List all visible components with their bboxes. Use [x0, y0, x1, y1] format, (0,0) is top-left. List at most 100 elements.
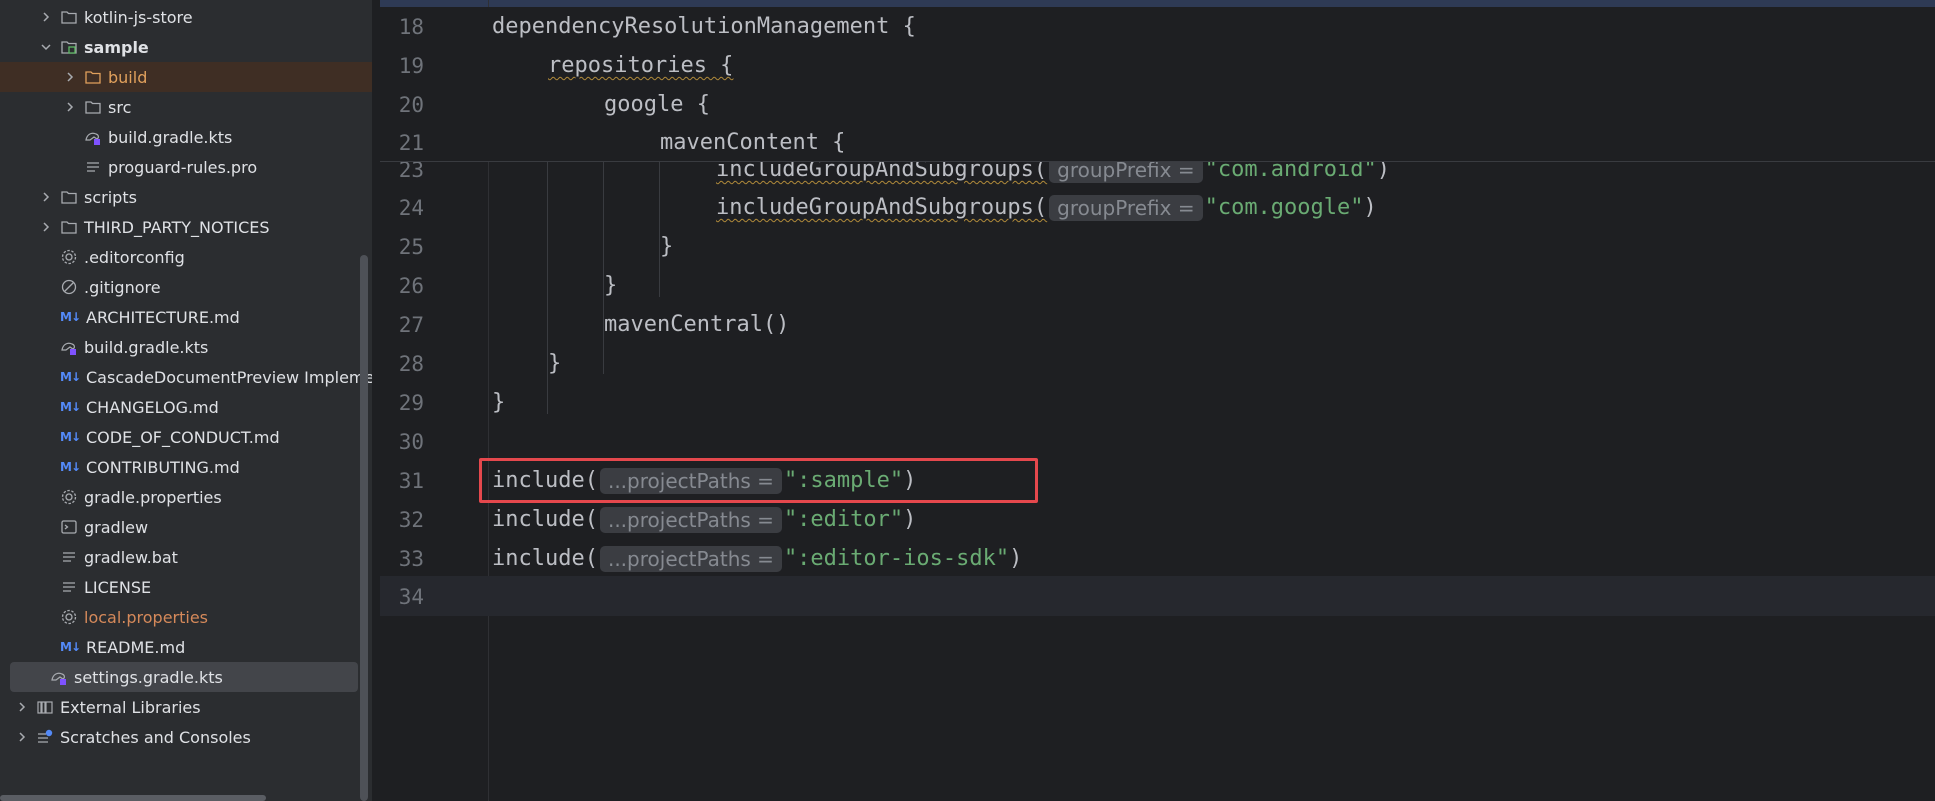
code-line-28[interactable]: 28 }: [380, 344, 1935, 383]
tree-item-label: Scratches and Consoles: [60, 727, 251, 747]
tree-item-label: CODE_OF_CONDUCT.md: [86, 427, 280, 447]
tree-item-label: build.gradle.kts: [84, 337, 209, 357]
parameter-hint: groupPrefix =: [1049, 194, 1203, 221]
code-text: mavenContent {: [660, 130, 846, 155]
line-number: 19: [398, 53, 424, 78]
tree-item-label: LICENSE: [84, 577, 152, 597]
code-text: }: [492, 390, 506, 415]
tree-item-local-properties[interactable]: local.properties: [10, 602, 358, 632]
tree-item-label: CHANGELOG.md: [86, 397, 219, 417]
library-icon: [36, 698, 54, 716]
tree-item-gradle-properties[interactable]: gradle.properties: [10, 482, 358, 512]
tree-item-contributing-md[interactable]: M↓ CONTRIBUTING.md: [10, 452, 358, 482]
tree-item-root-build-gradle-kts[interactable]: build.gradle.kts: [10, 332, 358, 362]
code-paren: ): [1009, 546, 1023, 571]
sticky-line-21[interactable]: 21 mavenContent {: [380, 123, 1935, 162]
code-line-34[interactable]: 34: [380, 577, 1935, 616]
tree-vertical-scrollbar[interactable]: [360, 255, 368, 801]
tree-item-gradlew-bat[interactable]: gradlew.bat: [10, 542, 358, 572]
sticky-line-18[interactable]: 18 dependencyResolutionManagement {: [380, 7, 1935, 46]
chevron-right-icon[interactable]: [38, 9, 54, 25]
tree-item-label: settings.gradle.kts: [74, 667, 223, 687]
code-editor[interactable]: 23 includeGroupAndSubgroups( groupPrefix…: [380, 0, 1935, 801]
tree-item-label: gradlew.bat: [84, 547, 178, 567]
project-tree-panel: kotlin-js-store sample build src build.g…: [0, 0, 372, 801]
tree-horizontal-scrollbar[interactable]: [0, 795, 266, 801]
tree-item-scripts[interactable]: scripts: [10, 182, 358, 212]
tree-item-proguard-rules[interactable]: proguard-rules.pro: [10, 152, 358, 182]
tree-item-code-of-conduct-md[interactable]: M↓ CODE_OF_CONDUCT.md: [10, 422, 358, 452]
tree-item-gitignore[interactable]: .gitignore: [10, 272, 358, 302]
line-number: 34: [398, 584, 424, 609]
folder-icon: [60, 218, 78, 236]
tree-item-readme-md[interactable]: M↓ README.md: [10, 632, 358, 662]
tree-item-label: sample: [84, 37, 149, 57]
gradle-kts-icon: [84, 128, 102, 146]
sticky-line-20[interactable]: 20 google {: [380, 85, 1935, 124]
code-text: google {: [604, 92, 710, 117]
tree-item-src[interactable]: src: [10, 92, 358, 122]
code-text: }: [548, 351, 562, 376]
tree-item-editorconfig[interactable]: .editorconfig: [10, 242, 358, 272]
tree-item-label: build.gradle.kts: [108, 127, 233, 147]
line-number: 21: [398, 130, 424, 155]
tree-item-label: src: [108, 97, 132, 117]
chevron-right-icon[interactable]: [62, 69, 78, 85]
string-literal: "com.google": [1204, 195, 1364, 220]
chevron-right-icon[interactable]: [38, 219, 54, 235]
line-number: 27: [398, 312, 424, 337]
sticky-line-19[interactable]: 19 repositories {: [380, 46, 1935, 85]
tree-item-label: kotlin-js-store: [84, 7, 193, 27]
text-file-icon: [60, 548, 78, 566]
code-line-29[interactable]: 29 }: [380, 383, 1935, 422]
tree-item-label: .gitignore: [84, 277, 161, 297]
tree-item-scratches-and-consoles[interactable]: Scratches and Consoles: [10, 722, 358, 752]
tree-item-build[interactable]: build: [0, 62, 372, 92]
line-number: 20: [398, 92, 424, 117]
chevron-down-icon[interactable]: [38, 39, 54, 55]
tree-item-kotlin-js-store[interactable]: kotlin-js-store: [10, 2, 358, 32]
sticky-scope-header[interactable]: 18 dependencyResolutionManagement { 19 r…: [380, 7, 1935, 162]
code-line-27[interactable]: 27 mavenCentral(): [380, 305, 1935, 344]
highlight-annotation-box: [479, 458, 1038, 503]
chevron-right-icon[interactable]: [38, 189, 54, 205]
tree-item-external-libraries[interactable]: External Libraries: [10, 692, 358, 722]
gradle-kts-icon: [50, 668, 68, 686]
markdown-icon: M↓: [60, 460, 81, 474]
tree-item-cascade-document-preview[interactable]: M↓ CascadeDocumentPreview Implementat: [10, 362, 372, 392]
code-line-30[interactable]: 30: [380, 422, 1935, 461]
code-line-24[interactable]: 24 includeGroupAndSubgroups( groupPrefix…: [380, 188, 1935, 227]
gear-icon: [60, 608, 78, 626]
code-paren: ): [903, 507, 917, 532]
tree-item-gradlew[interactable]: gradlew: [10, 512, 358, 542]
chevron-right-icon[interactable]: [62, 99, 78, 115]
tree-item-settings-gradle-kts[interactable]: settings.gradle.kts: [10, 662, 358, 692]
tree-item-third-party-notices[interactable]: THIRD_PARTY_NOTICES: [10, 212, 358, 242]
markdown-icon: M↓: [60, 370, 81, 384]
tree-item-label: build: [108, 67, 148, 87]
code-call: include(: [492, 507, 598, 532]
line-number: 18: [398, 14, 424, 39]
code-text: }: [660, 234, 674, 259]
text-file-icon: [60, 578, 78, 596]
line-number: 25: [398, 234, 424, 259]
code-text: dependencyResolutionManagement {: [492, 14, 916, 39]
folder-icon: [84, 98, 102, 116]
tree-item-changelog-md[interactable]: M↓ CHANGELOG.md: [10, 392, 358, 422]
tree-item-label: CascadeDocumentPreview Implementat: [86, 367, 372, 387]
chevron-right-icon[interactable]: [14, 699, 30, 715]
code-line-26[interactable]: 26 }: [380, 266, 1935, 305]
code-line-33[interactable]: 33 include( ...projectPaths = ":editor-i…: [380, 539, 1935, 578]
code-paren: ): [1363, 195, 1377, 220]
chevron-right-icon[interactable]: [14, 729, 30, 745]
line-number: 26: [398, 273, 424, 298]
code-line-25[interactable]: 25 }: [380, 227, 1935, 266]
folder-orange-icon: [84, 68, 102, 86]
tree-item-license[interactable]: LICENSE: [10, 572, 358, 602]
tree-item-label: local.properties: [84, 607, 209, 627]
tree-item-label: External Libraries: [60, 697, 201, 717]
tree-item-sample[interactable]: sample: [10, 32, 358, 62]
code-line-32[interactable]: 32 include( ...projectPaths = ":editor" …: [380, 500, 1935, 539]
tree-item-architecture-md[interactable]: M↓ ARCHITECTURE.md: [10, 302, 358, 332]
tree-item-sample-build-gradle-kts[interactable]: build.gradle.kts: [10, 122, 358, 152]
